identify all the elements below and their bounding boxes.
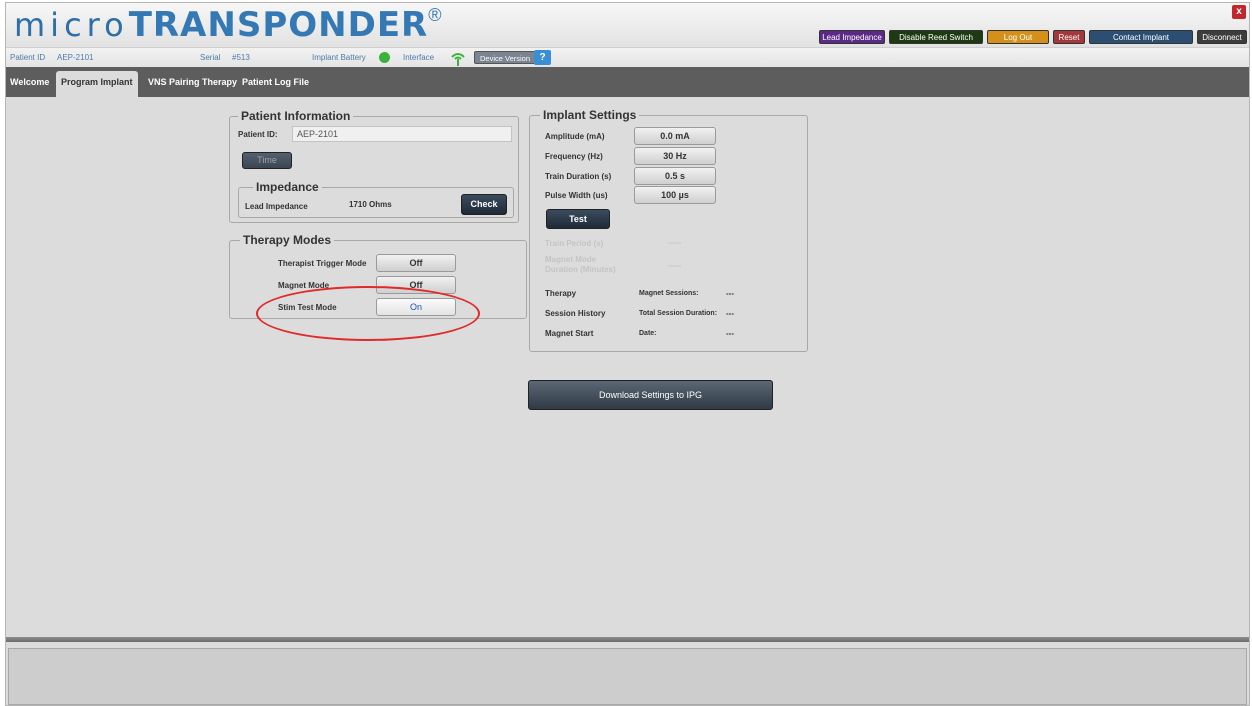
highlight-ellipse: [256, 286, 480, 341]
implant-settings-title: Implant Settings: [540, 108, 640, 122]
interface-label: Interface: [403, 53, 435, 62]
info-bar: Patient ID AEP-2101 Serial #513 Implant …: [6, 47, 1249, 67]
serial-label: Serial: [200, 53, 221, 62]
tab-welcome[interactable]: Welcome: [10, 71, 49, 97]
patient-id-input[interactable]: AEP-2101: [292, 126, 512, 142]
therapy-label: Therapy: [545, 289, 577, 298]
patient-information-title: Patient Information: [238, 109, 354, 123]
lead-impedance-value: 1710 Ohms: [349, 200, 392, 209]
tab-program-implant[interactable]: Program Implant: [56, 71, 138, 97]
tab-vns-pairing-therapy[interactable]: VNS Pairing Therapy: [148, 71, 237, 97]
therapist-trigger-mode-label: Therapist Trigger Mode: [278, 259, 367, 268]
app-window: microTRANSPONDER® Lead Impedance Disable…: [5, 2, 1250, 706]
implant-battery-label: Implant Battery: [312, 53, 366, 62]
disconnect-button[interactable]: Disconnect: [1197, 30, 1247, 44]
magnet-mode-duration-value: -----: [668, 261, 682, 270]
magnet-sessions-value: ---: [726, 289, 734, 298]
therapy-modes-title: Therapy Modes: [240, 233, 335, 247]
magnet-mode-duration-label: Magnet Mode Duration (Minutes): [545, 255, 616, 274]
amplitude-value-button[interactable]: 0.0 mA: [634, 127, 716, 145]
total-session-duration-label: Total Session Duration:: [639, 310, 718, 317]
microtransponder-logo: microTRANSPONDER®: [14, 5, 442, 45]
date-label: Date:: [639, 330, 657, 337]
patient-id-value: AEP-2101: [57, 53, 94, 62]
lead-impedance-label: Lead Impedance: [245, 202, 308, 211]
frequency-value-button[interactable]: 30 Hz: [634, 147, 716, 165]
impedance-panel: Impedance Lead Impedance 1710 Ohms Check: [238, 180, 514, 218]
tab-patient-log-file[interactable]: Patient Log File: [242, 71, 309, 97]
impedance-title: Impedance: [253, 180, 322, 194]
magnet-start-label: Magnet Start: [545, 329, 594, 338]
contact-implant-button[interactable]: Contact Implant: [1089, 30, 1193, 44]
log-out-button[interactable]: Log Out: [987, 30, 1049, 44]
magnet-sessions-label: Magnet Sessions:: [639, 290, 699, 297]
battery-status-icon: [379, 52, 390, 63]
implant-settings-panel: Implant Settings Amplitude (mA) 0.0 mA F…: [529, 108, 808, 352]
pulse-width-value-button[interactable]: 100 µs: [634, 186, 716, 204]
bottom-divider: [6, 637, 1249, 642]
therapist-trigger-mode-toggle[interactable]: Off: [376, 254, 456, 272]
frequency-label: Frequency (Hz): [545, 152, 603, 161]
train-duration-label: Train Duration (s): [545, 172, 612, 181]
train-duration-value-button[interactable]: 0.5 s: [634, 167, 716, 185]
train-period-label: Train Period (s): [545, 239, 604, 248]
time-button[interactable]: Time: [242, 152, 292, 169]
wireless-signal-icon: [451, 53, 465, 66]
header-bar: microTRANSPONDER® Lead Impedance Disable…: [6, 3, 1249, 47]
check-button[interactable]: Check: [461, 194, 507, 215]
bottom-panel: [8, 648, 1247, 705]
total-session-duration-value: ---: [726, 309, 734, 318]
patient-id-field-label: Patient ID:: [238, 130, 278, 139]
close-icon[interactable]: x: [1232, 5, 1246, 19]
train-period-value: -----: [668, 238, 682, 247]
download-settings-button[interactable]: Download Settings to IPG: [528, 380, 773, 410]
serial-value: #513: [232, 53, 250, 62]
reset-button[interactable]: Reset: [1053, 30, 1085, 44]
pulse-width-label: Pulse Width (us): [545, 191, 608, 200]
session-history-label: Session History: [545, 309, 606, 318]
help-icon[interactable]: ?: [534, 50, 551, 65]
lead-impedance-button[interactable]: Lead Impedance: [819, 30, 885, 44]
date-value: ---: [726, 329, 734, 338]
amplitude-label: Amplitude (mA): [545, 132, 605, 141]
disable-reed-switch-button[interactable]: Disable Reed Switch: [889, 30, 983, 44]
test-button[interactable]: Test: [546, 209, 610, 229]
patient-id-label: Patient ID: [10, 53, 46, 62]
tab-bar: Welcome Program Implant VNS Pairing Ther…: [6, 67, 1249, 97]
device-version-button[interactable]: Device Version: [474, 51, 537, 64]
